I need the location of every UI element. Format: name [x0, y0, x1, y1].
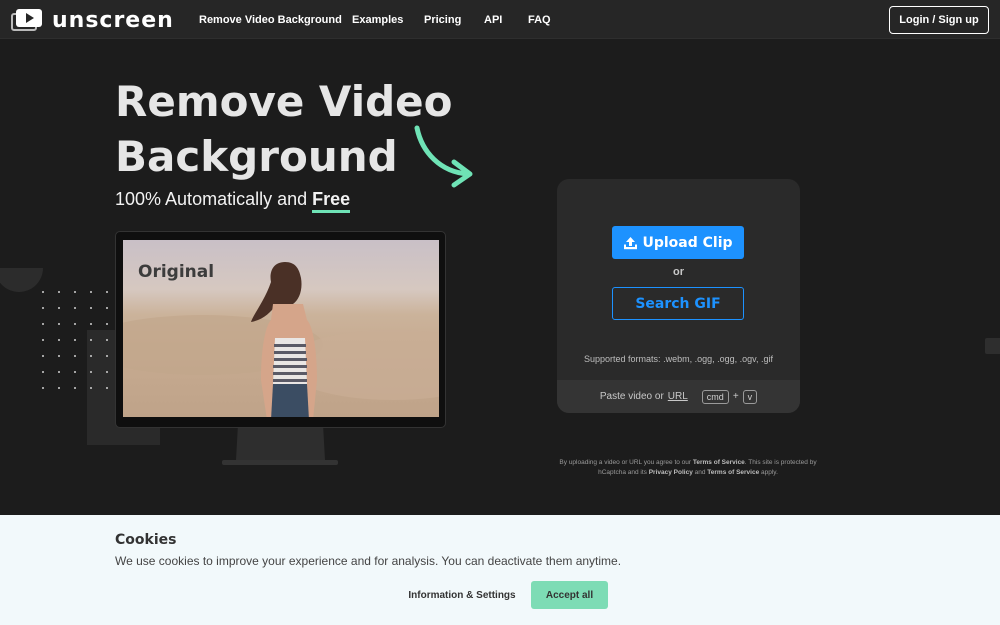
logo-icon — [11, 9, 43, 31]
v-key: v — [742, 389, 758, 404]
terms-text-1: By uploading a video or URL you agree to… — [559, 459, 692, 466]
terms-text-4: apply. — [761, 469, 778, 476]
monitor-base — [222, 460, 338, 465]
hero-subtitle-highlight: Free — [312, 189, 351, 213]
search-gif-button[interactable]: Search GIF — [612, 287, 744, 320]
decorative-dot — [90, 339, 92, 341]
decorative-dot — [106, 339, 108, 341]
cookie-title: Cookies — [115, 532, 177, 548]
decorative-dot — [106, 307, 108, 309]
cookie-information-settings-button[interactable]: Information & Settings — [398, 581, 526, 609]
logo-link[interactable]: unscreen — [11, 7, 174, 33]
decorative-dot — [106, 291, 108, 293]
decorative-dot — [90, 323, 92, 325]
decorative-dot — [74, 355, 76, 357]
decorative-dot — [90, 291, 92, 293]
decorative-dot — [74, 387, 76, 389]
decorative-dot — [58, 371, 60, 373]
decorative-dot — [58, 387, 60, 389]
cmd-key: cmd — [701, 389, 729, 404]
upload-card: Upload Clip or Search GIF Supported form… — [557, 179, 800, 413]
upload-icon — [624, 236, 638, 249]
formats-list: .webm, .ogg, .ogg, .ogv, .gif — [663, 354, 773, 364]
upload-clip-label: Upload Clip — [642, 234, 733, 251]
nav-pricing[interactable]: Pricing — [424, 14, 461, 26]
monitor-stand — [236, 428, 325, 460]
cookie-accept-all-button[interactable]: Accept all — [531, 581, 608, 609]
decorative-dot — [106, 355, 108, 357]
supported-formats-text: Supported formats: .webm, .ogg, .ogg, .o… — [557, 354, 800, 364]
decorative-dot — [58, 355, 60, 357]
decorative-dot — [90, 307, 92, 309]
nav-api[interactable]: API — [484, 14, 502, 26]
decorative-dot — [74, 291, 76, 293]
hero-subtitle: 100% Automatically and Free — [115, 189, 351, 213]
decorative-dot-grid — [42, 291, 112, 391]
top-nav-bar: unscreen Remove Video Background Example… — [0, 0, 1000, 39]
decorative-dot — [90, 387, 92, 389]
decorative-dot — [74, 339, 76, 341]
decorative-dot — [74, 371, 76, 373]
decorative-dot — [42, 291, 44, 293]
decorative-dot — [90, 355, 92, 357]
terms-notice: By uploading a video or URL you agree to… — [553, 458, 823, 478]
decorative-semicircle — [0, 268, 43, 292]
hero-title-line2: Background — [115, 132, 398, 181]
decorative-dot — [74, 307, 76, 309]
upload-clip-button[interactable]: Upload Clip — [612, 226, 744, 259]
paste-prefix-text: Paste video or — [599, 391, 664, 402]
decorative-dot — [58, 339, 60, 341]
hero-title-line1: Remove Video — [115, 77, 453, 126]
decorative-dot — [106, 323, 108, 325]
hero-subtitle-prefix: 100% Automatically and — [115, 189, 313, 209]
key-plus: + — [732, 391, 739, 402]
paste-url-link[interactable]: URL — [668, 391, 688, 402]
formats-label: Supported formats: — [584, 354, 661, 364]
terms-of-service-link[interactable]: Terms of Service — [693, 459, 745, 466]
cookie-description: We use cookies to improve your experienc… — [115, 554, 622, 568]
paste-url-bar[interactable]: Paste video or URL cmd + v — [557, 380, 800, 413]
nav-remove-video-background[interactable]: Remove Video Background — [199, 14, 342, 26]
woman-figure-image — [251, 262, 317, 417]
nav-faq[interactable]: FAQ — [528, 14, 551, 26]
or-divider-text: or — [673, 266, 684, 278]
cookie-banner: Cookies We use cookies to improve your e… — [0, 515, 1000, 625]
decorative-dot — [90, 371, 92, 373]
privacy-policy-link[interactable]: Privacy Policy — [649, 469, 693, 476]
nav-examples[interactable]: Examples — [352, 14, 403, 26]
decorative-dot — [42, 387, 44, 389]
decorative-right-tab — [985, 338, 1000, 354]
decorative-dot — [106, 387, 108, 389]
decorative-dot — [58, 307, 60, 309]
decorative-dot — [58, 291, 60, 293]
decorative-dot — [42, 307, 44, 309]
preview-original-label: Original — [138, 262, 215, 282]
terms-of-service-link-2[interactable]: Terms of Service — [707, 469, 759, 476]
terms-text-3: and — [694, 469, 706, 476]
video-preview-screen: Original — [123, 240, 439, 417]
decorative-dot — [42, 371, 44, 373]
decorative-dot — [42, 323, 44, 325]
login-signup-button[interactable]: Login / Sign up — [889, 6, 989, 34]
decorative-dot — [42, 339, 44, 341]
logo-text: unscreen — [52, 7, 174, 33]
decorative-dot — [42, 355, 44, 357]
decorative-dot — [74, 323, 76, 325]
decorative-dot — [106, 371, 108, 373]
decorative-dot — [58, 323, 60, 325]
curved-arrow-icon — [414, 125, 473, 188]
video-preview-monitor: Original — [115, 231, 446, 428]
